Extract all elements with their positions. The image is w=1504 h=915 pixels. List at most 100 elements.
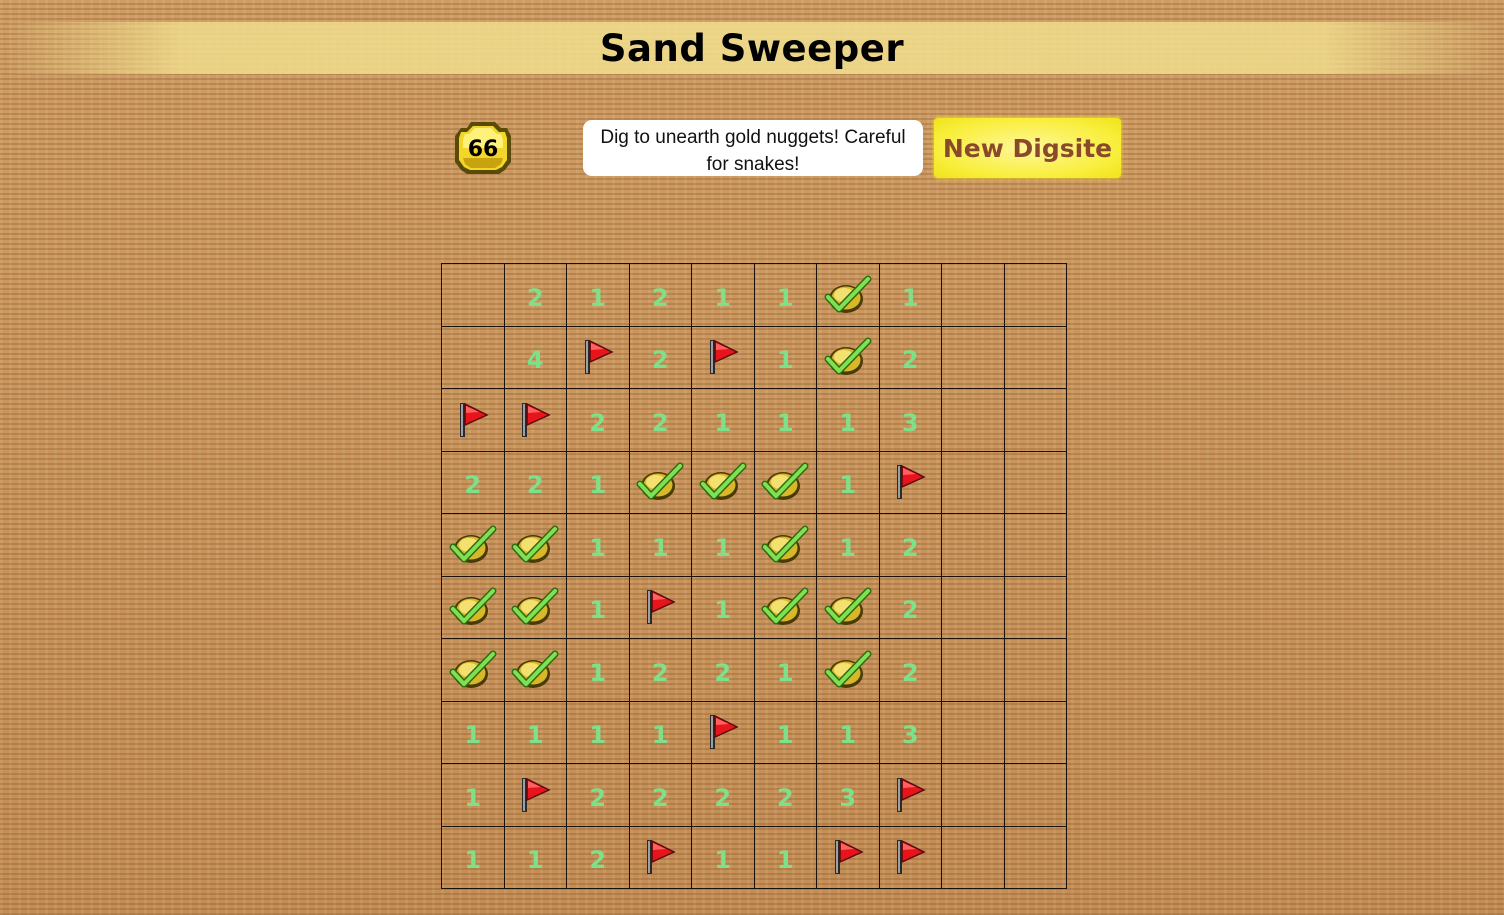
board-cell[interactable]: 1 — [442, 701, 505, 764]
board-cell[interactable]: 2 — [629, 639, 692, 702]
board-cell[interactable] — [942, 764, 1005, 827]
board-cell[interactable]: 1 — [504, 826, 567, 889]
board-cell[interactable] — [567, 326, 630, 389]
board-cell[interactable] — [692, 326, 755, 389]
board-cell[interactable]: 2 — [629, 764, 692, 827]
board-cell[interactable]: 1 — [567, 639, 630, 702]
board-cell[interactable]: 1 — [817, 514, 880, 577]
board-cell[interactable]: 1 — [754, 264, 817, 327]
board-cell[interactable] — [442, 264, 505, 327]
board-cell[interactable]: 1 — [692, 576, 755, 639]
board-cell[interactable] — [504, 389, 567, 452]
board-cell[interactable]: 2 — [692, 639, 755, 702]
board-cell[interactable]: 1 — [692, 514, 755, 577]
board-cell[interactable] — [942, 701, 1005, 764]
board-cell[interactable]: 2 — [504, 451, 567, 514]
board-cell[interactable]: 1 — [879, 264, 942, 327]
board-cell[interactable]: 2 — [879, 639, 942, 702]
board-cell[interactable] — [879, 826, 942, 889]
board-cell[interactable]: 1 — [754, 826, 817, 889]
board-cell[interactable]: 2 — [879, 514, 942, 577]
board-cell[interactable]: 1 — [442, 826, 505, 889]
board-cell[interactable]: 1 — [567, 701, 630, 764]
board-cell[interactable]: 1 — [817, 701, 880, 764]
board-cell[interactable] — [942, 639, 1005, 702]
board-cell[interactable] — [1004, 826, 1067, 889]
board-cell[interactable] — [692, 451, 755, 514]
board-cell[interactable]: 1 — [817, 389, 880, 452]
board-cell[interactable]: 1 — [692, 826, 755, 889]
board-cell[interactable] — [1004, 326, 1067, 389]
board-cell[interactable]: 2 — [442, 451, 505, 514]
board-cell[interactable]: 3 — [817, 764, 880, 827]
board-cell[interactable]: 1 — [567, 264, 630, 327]
board-cell[interactable] — [879, 764, 942, 827]
board-cell[interactable]: 2 — [567, 826, 630, 889]
board-cell[interactable]: 2 — [629, 389, 692, 452]
board-cell[interactable] — [817, 639, 880, 702]
board-cell[interactable] — [754, 514, 817, 577]
board-cell[interactable] — [942, 451, 1005, 514]
board-cell[interactable] — [942, 264, 1005, 327]
board-cell[interactable]: 3 — [879, 389, 942, 452]
board-cell[interactable] — [1004, 764, 1067, 827]
board-cell[interactable]: 1 — [442, 764, 505, 827]
board-cell[interactable]: 1 — [754, 639, 817, 702]
board-cell[interactable] — [1004, 264, 1067, 327]
board-cell[interactable] — [942, 389, 1005, 452]
board-cell[interactable]: 1 — [629, 514, 692, 577]
board-cell[interactable]: 1 — [817, 451, 880, 514]
board-cell[interactable] — [942, 514, 1005, 577]
board-cell[interactable] — [817, 826, 880, 889]
board-cell[interactable] — [754, 451, 817, 514]
board-cell[interactable] — [754, 576, 817, 639]
board-cell[interactable] — [1004, 701, 1067, 764]
board-cell[interactable]: 1 — [504, 701, 567, 764]
board-cell[interactable]: 4 — [504, 326, 567, 389]
board-cell[interactable] — [879, 451, 942, 514]
board-cell[interactable] — [942, 326, 1005, 389]
board-cell[interactable] — [817, 326, 880, 389]
board-cell[interactable]: 3 — [879, 701, 942, 764]
board-cell[interactable] — [629, 451, 692, 514]
board-cell[interactable]: 1 — [567, 576, 630, 639]
board-cell[interactable]: 1 — [692, 389, 755, 452]
board-cell[interactable] — [1004, 389, 1067, 452]
board-cell[interactable]: 2 — [629, 326, 692, 389]
board-cell[interactable]: 2 — [879, 576, 942, 639]
board-cell[interactable] — [442, 639, 505, 702]
board-cell[interactable]: 2 — [567, 764, 630, 827]
board-cell[interactable] — [942, 576, 1005, 639]
board-cell[interactable] — [692, 701, 755, 764]
board-cell[interactable] — [504, 764, 567, 827]
board-cell[interactable]: 1 — [754, 389, 817, 452]
board-cell[interactable] — [629, 826, 692, 889]
board-cell[interactable]: 1 — [629, 701, 692, 764]
board-cell[interactable] — [1004, 639, 1067, 702]
board-cell[interactable] — [629, 576, 692, 639]
board-cell[interactable] — [442, 389, 505, 452]
board-cell[interactable] — [442, 576, 505, 639]
board-cell[interactable] — [817, 576, 880, 639]
board-cell[interactable] — [504, 576, 567, 639]
board-cell[interactable]: 2 — [754, 764, 817, 827]
board-cell[interactable] — [942, 826, 1005, 889]
board-cell[interactable] — [1004, 576, 1067, 639]
board-cell[interactable]: 1 — [754, 326, 817, 389]
board-cell[interactable] — [442, 326, 505, 389]
board-cell[interactable]: 2 — [567, 389, 630, 452]
board-cell[interactable] — [1004, 451, 1067, 514]
board-cell[interactable] — [817, 264, 880, 327]
board-cell[interactable] — [504, 639, 567, 702]
board-cell[interactable]: 2 — [692, 764, 755, 827]
board-cell[interactable]: 1 — [692, 264, 755, 327]
board-cell[interactable]: 2 — [879, 326, 942, 389]
board-cell[interactable]: 2 — [629, 264, 692, 327]
board-cell[interactable]: 2 — [504, 264, 567, 327]
board-cell[interactable] — [442, 514, 505, 577]
new-digsite-button[interactable]: New Digsite — [934, 118, 1121, 178]
board-cell[interactable] — [504, 514, 567, 577]
board-cell[interactable]: 1 — [567, 514, 630, 577]
board-cell[interactable] — [1004, 514, 1067, 577]
board-cell[interactable]: 1 — [567, 451, 630, 514]
